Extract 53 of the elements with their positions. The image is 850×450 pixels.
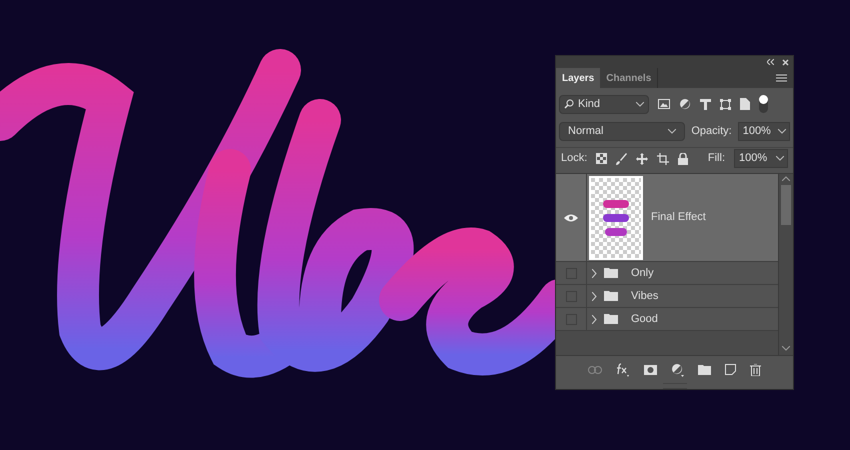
folder-icon[interactable] xyxy=(698,364,711,374)
new-layer-icon[interactable] xyxy=(725,364,736,375)
fill-label: Fill: xyxy=(708,151,725,166)
chevron-icon xyxy=(668,128,676,134)
layer-row[interactable]: Good xyxy=(556,308,778,331)
chevron-right-icon[interactable] xyxy=(592,314,597,324)
chevron-icon[interactable] xyxy=(778,128,786,134)
layer-row[interactable]: Final Effect xyxy=(556,174,778,262)
layer-name: Only xyxy=(631,266,654,281)
half-circle-icon[interactable] xyxy=(671,362,684,376)
padlock-icon[interactable] xyxy=(678,152,688,164)
document-icon[interactable] xyxy=(740,98,750,110)
layer-row[interactable]: Vibes xyxy=(556,285,778,308)
close-icon[interactable] xyxy=(782,58,789,66)
layer-name: Good xyxy=(631,312,658,327)
move-icon[interactable] xyxy=(636,152,648,164)
text-icon[interactable] xyxy=(700,98,711,110)
transform-icon[interactable] xyxy=(720,98,731,110)
checkerboard-icon[interactable] xyxy=(596,153,608,164)
panel-tab[interactable]: Channels xyxy=(600,68,658,88)
eye-icon[interactable] xyxy=(564,214,578,222)
brush-icon[interactable] xyxy=(616,152,628,164)
crop-icon[interactable] xyxy=(657,152,670,164)
resize-grip[interactable] xyxy=(662,383,686,389)
filter-dropdown[interactable]: Kind xyxy=(559,94,649,114)
chevron-icon[interactable] xyxy=(776,156,784,161)
opacity-label: Opacity: xyxy=(691,124,732,139)
scrollbar-thumb[interactable] xyxy=(781,185,791,225)
blend-mode-dropdown[interactable]: Normal xyxy=(559,122,686,140)
layer-name: Vibes xyxy=(631,288,658,304)
chevron-icon xyxy=(636,102,644,106)
fill-field[interactable]: 100% xyxy=(734,149,788,168)
collapse-icon[interactable] xyxy=(767,59,774,65)
layer-name: Final Effect xyxy=(651,210,706,226)
half-circle-icon[interactable] xyxy=(679,98,691,110)
lock-label: Lock: xyxy=(561,151,588,166)
chevron-down-icon[interactable] xyxy=(782,346,790,351)
fx-icon[interactable] xyxy=(616,362,630,376)
chevron-up-icon[interactable] xyxy=(782,176,790,181)
chevron-right-icon[interactable] xyxy=(592,268,597,278)
opacity-field[interactable]: 100% xyxy=(738,122,790,140)
folder-icon xyxy=(604,314,618,324)
folder-icon xyxy=(604,291,618,301)
menu-icon[interactable] xyxy=(776,74,787,82)
search-icon xyxy=(564,99,574,109)
folder-icon xyxy=(604,268,618,278)
panel-tab[interactable]: Layers xyxy=(556,68,600,88)
trash-icon[interactable] xyxy=(750,364,761,376)
filter-toggle[interactable] xyxy=(759,95,768,113)
image-icon[interactable] xyxy=(658,99,670,109)
chevron-right-icon[interactable] xyxy=(592,292,597,300)
mask-icon[interactable] xyxy=(644,364,657,374)
layer-row[interactable]: Only xyxy=(556,262,778,285)
